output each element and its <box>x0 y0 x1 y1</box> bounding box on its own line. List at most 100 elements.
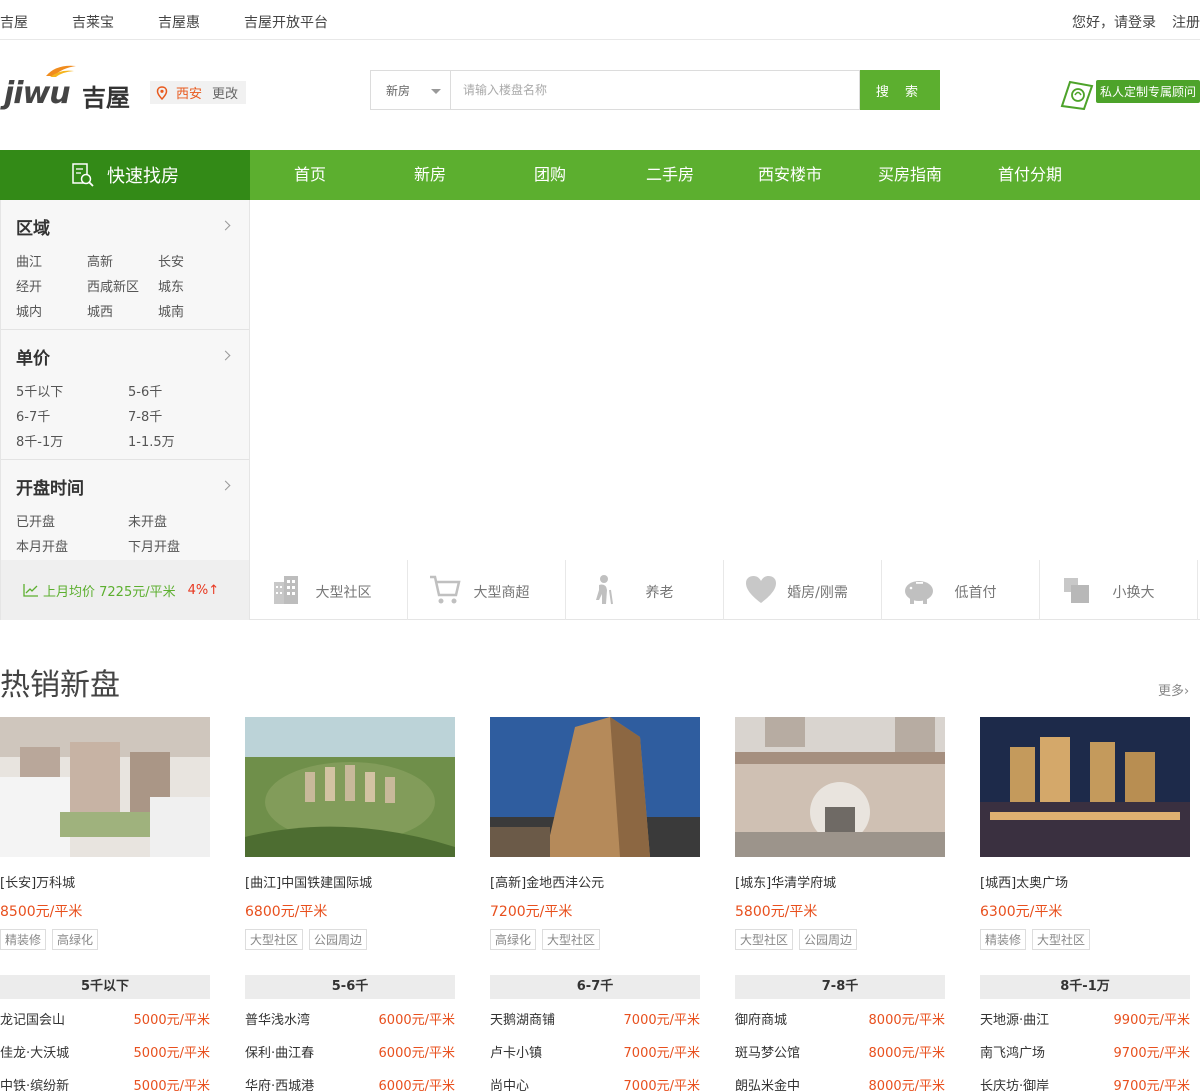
opening-option[interactable]: 已开盘 <box>16 510 128 535</box>
list-item-name[interactable]: 朗弘米金中 <box>735 1075 800 1091</box>
feature-elderly[interactable]: 养老 <box>566 560 724 620</box>
nav-item-home[interactable]: 首页 <box>250 150 370 200</box>
region-option[interactable]: 经开 <box>16 275 87 300</box>
list-item[interactable]: 尚中心 7000元/平米 <box>490 1065 700 1091</box>
nav-item-market[interactable]: 西安楼市 <box>730 150 850 200</box>
price-option[interactable]: 7-8千 <box>128 405 240 430</box>
list-item-name[interactable]: 天地源·曲江 <box>980 1009 1049 1028</box>
price-option[interactable]: 5千以下 <box>16 380 128 405</box>
region-option[interactable]: 城东 <box>158 275 229 300</box>
feature-large-community[interactable]: 大型社区 <box>250 560 408 620</box>
list-item-name[interactable]: 南飞鸿广场 <box>980 1042 1045 1061</box>
chevron-right-icon[interactable] <box>220 480 231 491</box>
filter-title-region[interactable]: 区域 <box>16 214 50 239</box>
register-link[interactable]: 注册 <box>1172 12 1200 32</box>
property-photo[interactable] <box>980 717 1190 857</box>
list-item[interactable]: 龙记国会山 5000元/平米 <box>0 999 210 1032</box>
list-item-name[interactable]: 尚中心 <box>490 1075 529 1091</box>
private-advisor-button[interactable]: 私人定制专属顾问 <box>1058 76 1200 111</box>
list-item-name[interactable]: 斑马梦公馆 <box>735 1042 800 1061</box>
list-item[interactable]: 御府商城 8000元/平米 <box>735 999 945 1032</box>
property-card[interactable]: [长安]万科城 8500元/平米 精装修 高绿化 <box>0 717 210 950</box>
nav-item-group-buy[interactable]: 团购 <box>490 150 610 200</box>
more-link[interactable]: 更多› <box>1158 680 1189 699</box>
chevron-right-icon[interactable] <box>220 350 231 361</box>
chevron-right-icon[interactable] <box>220 220 231 231</box>
property-name[interactable]: [长安]万科城 <box>0 872 75 891</box>
opening-option[interactable]: 本月开盘 <box>16 535 128 560</box>
list-item[interactable]: 保利·曲江春 6000元/平米 <box>245 1032 455 1065</box>
list-item[interactable]: 普华浅水湾 6000元/平米 <box>245 999 455 1032</box>
property-card[interactable]: [城东]华清学府城 5800元/平米 大型社区 公园周边 <box>735 717 945 950</box>
nav-item-guide[interactable]: 买房指南 <box>850 150 970 200</box>
list-item-name[interactable]: 长庆坊·御岸 <box>980 1075 1049 1091</box>
nav-item-new-homes[interactable]: 新房 <box>370 150 490 200</box>
region-option[interactable]: 城内 <box>16 300 87 325</box>
property-photo[interactable] <box>0 717 210 857</box>
list-item-name[interactable]: 御府商城 <box>735 1009 787 1028</box>
list-item[interactable]: 斑马梦公馆 8000元/平米 <box>735 1032 945 1065</box>
feature-large-mall[interactable]: 大型商超 <box>408 560 566 620</box>
price-option[interactable]: 1-1.5万 <box>128 430 240 455</box>
top-link-jiwu[interactable]: 吉屋 <box>0 12 28 32</box>
property-card[interactable]: [曲江]中国铁建国际城 6800元/平米 大型社区 公园周边 <box>245 717 455 950</box>
price-range-title[interactable]: 8千-1万 <box>980 975 1190 999</box>
list-item-name[interactable]: 卢卡小镇 <box>490 1042 542 1061</box>
list-item[interactable]: 长庆坊·御岸 9700元/平米 <box>980 1065 1190 1091</box>
property-card[interactable]: [城西]太奥广场 6300元/平米 精装修 大型社区 <box>980 717 1190 950</box>
list-item[interactable]: 南飞鸿广场 9700元/平米 <box>980 1032 1190 1065</box>
top-link-jiwuhui[interactable]: 吉屋惠 <box>158 12 200 32</box>
logo[interactable]: jiwu 吉屋 <box>4 62 136 112</box>
property-name[interactable]: [高新]金地西沣公元 <box>490 872 604 891</box>
quick-search-tab[interactable]: 快速找房 <box>0 150 250 200</box>
price-range-title[interactable]: 7-8千 <box>735 975 945 999</box>
list-item-name[interactable]: 天鹅湖商铺 <box>490 1009 555 1028</box>
opening-option[interactable]: 未开盘 <box>128 510 240 535</box>
region-option[interactable]: 长安 <box>158 250 229 275</box>
property-photo[interactable] <box>735 717 945 857</box>
search-button[interactable]: 搜 索 <box>860 70 940 110</box>
filter-title-price[interactable]: 单价 <box>16 344 50 369</box>
property-photo[interactable] <box>490 717 700 857</box>
top-link-jilaibao[interactable]: 吉莱宝 <box>72 12 114 32</box>
change-city-link[interactable]: 更改 <box>212 83 238 102</box>
price-option[interactable]: 5-6千 <box>128 380 240 405</box>
price-option[interactable]: 8千-1万 <box>16 430 128 455</box>
average-price-panel[interactable]: 上月均价 7225元/平米 4%↑ <box>1 560 249 620</box>
filter-title-opening[interactable]: 开盘时间 <box>16 474 84 499</box>
price-option[interactable]: 6-7千 <box>16 405 128 430</box>
region-option[interactable]: 城西 <box>87 300 158 325</box>
list-item-name[interactable]: 中铁·缤纷新 <box>0 1075 69 1091</box>
search-type-dropdown[interactable]: 新房 <box>370 70 450 110</box>
property-name[interactable]: [城东]华清学府城 <box>735 872 836 891</box>
price-range-title[interactable]: 5千以下 <box>0 975 210 999</box>
list-item-name[interactable]: 华府·西城港 <box>245 1075 314 1091</box>
list-item-name[interactable]: 龙记国会山 <box>0 1009 65 1028</box>
list-item[interactable]: 卢卡小镇 7000元/平米 <box>490 1032 700 1065</box>
list-item[interactable]: 华府·西城港 6000元/平米 <box>245 1065 455 1091</box>
feature-wedding-home[interactable]: 婚房/刚需 <box>724 560 882 620</box>
top-link-open-platform[interactable]: 吉屋开放平台 <box>244 12 328 32</box>
region-option[interactable]: 西咸新区 <box>87 275 158 300</box>
list-item-name[interactable]: 普华浅水湾 <box>245 1009 310 1028</box>
list-item-name[interactable]: 佳龙·大沃城 <box>0 1042 69 1061</box>
city-selector[interactable]: 西安 更改 <box>150 81 247 104</box>
list-item[interactable]: 天地源·曲江 9900元/平米 <box>980 999 1190 1032</box>
price-range-title[interactable]: 6-7千 <box>490 975 700 999</box>
property-card[interactable]: [高新]金地西沣公元 7200元/平米 高绿化 大型社区 <box>490 717 700 950</box>
list-item[interactable]: 中铁·缤纷新 5000元/平米 <box>0 1065 210 1091</box>
opening-option[interactable]: 下月开盘 <box>128 535 240 560</box>
feature-upgrade[interactable]: 小换大 <box>1040 560 1198 620</box>
nav-item-second-hand[interactable]: 二手房 <box>610 150 730 200</box>
list-item[interactable]: 天鹅湖商铺 7000元/平米 <box>490 999 700 1032</box>
list-item-name[interactable]: 保利·曲江春 <box>245 1042 314 1061</box>
nav-item-installment[interactable]: 首付分期 <box>970 150 1090 200</box>
region-option[interactable]: 高新 <box>87 250 158 275</box>
list-item[interactable]: 佳龙·大沃城 5000元/平米 <box>0 1032 210 1065</box>
login-link[interactable]: 您好，请登录 <box>1072 12 1156 32</box>
property-name[interactable]: [曲江]中国铁建国际城 <box>245 872 372 891</box>
property-name[interactable]: [城西]太奥广场 <box>980 872 1068 891</box>
search-input[interactable] <box>450 70 860 110</box>
region-option[interactable]: 曲江 <box>16 250 87 275</box>
price-range-title[interactable]: 5-6千 <box>245 975 455 999</box>
